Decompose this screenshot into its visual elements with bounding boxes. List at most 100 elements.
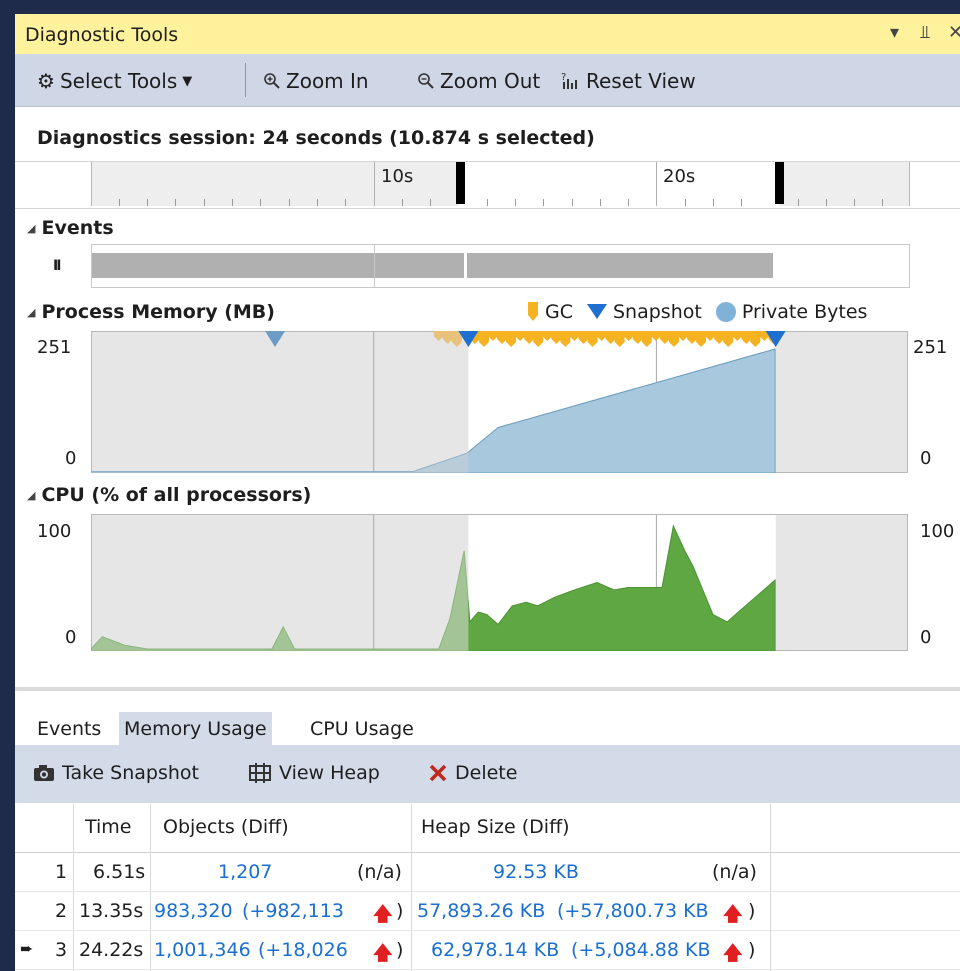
cpu-y-max-left: 100 [37,521,72,542]
ruler-tick [232,199,233,206]
cpu-y-max-right: 100 [920,521,955,542]
view-heap-button[interactable]: View Heap [248,762,380,784]
zoom-out-button[interactable]: Zoom Out [417,69,540,93]
ruler-tick [741,199,742,206]
snapshot-legend-label: Snapshot [613,301,702,323]
session-summary: Diagnostics session: 24 seconds (10.874 … [37,127,595,149]
increase-arrow-icon: 🡅 [373,903,393,925]
ruler-tick [345,199,346,206]
reset-view-button[interactable]: ? Reset View [561,69,696,93]
cpu-chart[interactable] [91,514,908,651]
process-memory-header[interactable]: ◢ Process Memory (MB) [27,301,275,323]
memory-y-max-left: 251 [37,337,72,358]
heap-icon [249,763,271,783]
objects-link[interactable]: 1,001,346 [154,939,251,961]
heap-size-link[interactable]: 62,978.14 KB [431,939,559,961]
toolbar: ⚙ Select Tools ▼ Zoom In Zoom Out ? Rese… [15,54,960,107]
row-time: 6.51s [93,861,146,883]
gc-legend-label: GC [545,301,573,323]
ruler-tick [487,199,488,206]
reset-view-icon: ? [561,72,577,89]
ruler-tick [543,199,544,206]
ruler-tick [147,199,148,206]
events-bar [467,253,773,278]
events-section-header[interactable]: ◢ Events [27,217,114,239]
objects-link[interactable]: 1,207 [218,861,272,883]
selection-end-handle[interactable] [775,162,784,204]
objects-diff-link[interactable]: (+18,026 [258,939,348,961]
tab-memory-usage[interactable]: Memory Usage [119,712,272,746]
row-time: 13.35s [79,900,144,922]
memory-legend: GC Snapshot Private Bytes [527,301,867,323]
ruler-tick [854,199,855,206]
ruler-tick [317,199,318,206]
table-row[interactable]: 2 13.35s 983,320 (+982,113 🡅 ) 57,893.26… [15,891,960,931]
zoom-in-button[interactable]: Zoom In [263,69,369,93]
selection-start-handle[interactable] [456,162,465,204]
process-memory-label: Process Memory (MB) [41,301,275,323]
process-memory-chart[interactable] [91,331,908,473]
row-time: 24.22s [79,939,144,961]
ruler-label-20s: 20s [663,166,696,187]
ruler-tick [430,199,431,206]
row-number: 2 [55,900,68,922]
pin-icon[interactable]: ⫫ [920,22,930,43]
header-time[interactable]: Time [85,816,132,838]
header-objects[interactable]: Objects (Diff) [163,816,289,838]
view-heap-label: View Heap [279,762,380,784]
select-tools-button[interactable]: ⚙ Select Tools ▼ [37,69,192,93]
row-number: 1 [55,861,68,883]
memory-y-max-right: 251 [913,337,948,358]
pause-icon[interactable]: II [53,258,62,274]
ruler-tick [600,199,601,206]
table-row[interactable]: ➨ 3 24.22s 1,001,346 (+18,026 🡅 ) 62,978… [15,930,960,970]
gc-legend-icon [528,302,538,321]
tab-events[interactable]: Events [32,712,106,746]
heap-size-link[interactable]: 92.53 KB [493,861,579,883]
cpu-y-min-right: 0 [920,627,932,648]
private-bytes-legend-icon [715,302,736,322]
tab-cpu-usage[interactable]: CPU Usage [305,712,419,746]
select-tools-label: Select Tools [59,69,178,93]
memory-toolbar: Take Snapshot View Heap Delete [15,746,960,803]
private-bytes-legend-label: Private Bytes [741,301,868,323]
ruler-major-tick [656,162,657,206]
panel-splitter[interactable] [15,687,960,691]
gear-icon: ⚙ [37,69,55,93]
take-snapshot-button[interactable]: Take Snapshot [33,762,199,784]
ruler-selection [459,162,779,206]
reset-view-label: Reset View [586,69,696,93]
cpu-section-header[interactable]: ◢ CPU (% of all processors) [27,484,311,506]
close-icon[interactable]: ✕ [948,22,960,43]
header-heap-size[interactable]: Heap Size (Diff) [421,816,570,838]
events-label: Events [41,217,114,239]
ruler-tick [402,199,403,206]
events-bar [92,253,464,278]
objects-diff: (n/a) [357,861,402,883]
objects-diff-link[interactable]: (+982,113 [242,900,344,922]
increase-arrow-icon: 🡅 [723,942,743,964]
zoom-in-label: Zoom In [286,69,369,93]
diagnostic-tools-window: Diagnostic Tools ▾ ⫫ ✕ ⚙ Select Tools ▼ … [15,14,960,971]
objects-link[interactable]: 983,320 [154,900,233,922]
delete-button[interactable]: Delete [428,762,517,784]
svg-text:?: ? [561,72,566,83]
close-paren: ) [396,939,404,961]
ruler-tick [798,199,799,206]
heap-diff-link[interactable]: (+57,800.73 KB [557,900,709,922]
collapse-triangle-icon: ◢ [27,488,36,502]
collapse-triangle-icon: ◢ [27,305,36,319]
dropdown-arrow-icon[interactable]: ▾ [890,22,899,43]
heap-size-link[interactable]: 57,893.26 KB [417,900,545,922]
camera-icon [34,765,54,781]
ruler-tick [572,199,573,206]
ruler-tick [882,199,883,206]
heap-diff-link[interactable]: (+5,084.88 KB [571,939,710,961]
cpu-label: CPU (% of all processors) [41,484,312,506]
memory-y-min-right: 0 [920,448,932,469]
zoom-in-icon [264,73,280,89]
row-number: 3 [55,939,68,961]
table-row[interactable]: 1 6.51s 1,207 (n/a) 92.53 KB (n/a) [15,852,960,892]
zoom-out-icon [418,73,434,89]
toolbar-separator [245,63,246,97]
